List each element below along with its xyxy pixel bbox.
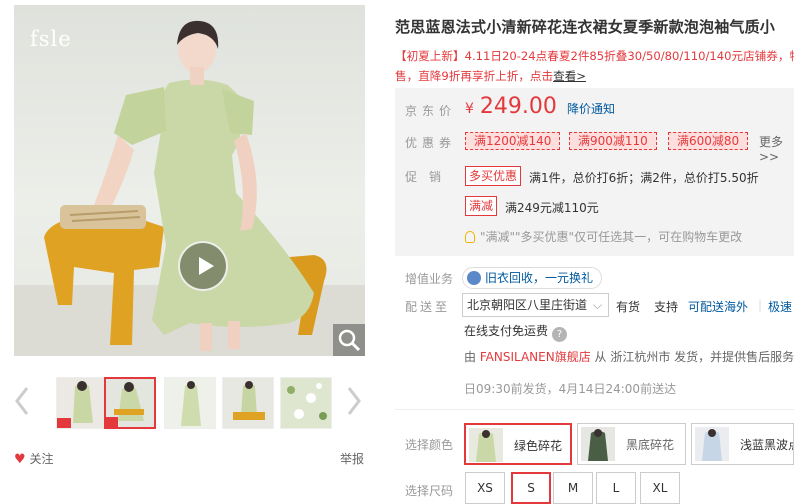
- payment-text: 在线支付免运费: [464, 324, 549, 338]
- size-option-m[interactable]: M: [553, 472, 593, 504]
- separator: |: [758, 298, 763, 312]
- support-label: 支持: [654, 300, 679, 314]
- thumbnail-2[interactable]: [104, 377, 156, 429]
- promo-line-2: 售，直降9折再享折上折，点击查看>: [395, 66, 794, 86]
- price-notify-link[interactable]: 降价通知: [567, 100, 615, 117]
- play-icon[interactable]: [178, 241, 228, 291]
- chevron-down-icon: ⌵: [592, 298, 602, 312]
- promo-text-multibuy: 满1件，总价打6折；满2件，总价打5.50折: [529, 171, 759, 185]
- promo-text-discount: 满249元减110元: [505, 201, 599, 215]
- chevron-left-icon[interactable]: [14, 386, 30, 416]
- promo-banner: 【初夏上新】4.11日20-24点春夏2件85折叠30/50/80/110/14…: [395, 46, 794, 86]
- product-title: 范思蓝恩法式小清新碎花连衣裙女夏季新款泡泡袖气质小: [395, 18, 776, 36]
- promo-tip: "满减""多买优惠"仅可任选其一，可在购物车更改: [465, 228, 742, 245]
- price-amount: 249.00: [479, 94, 557, 119]
- color-option-label: 绿色碎花: [514, 439, 563, 453]
- delivery-time: 日09:30前发货，4月14日24:00前送达: [464, 382, 677, 396]
- swatch-image: [581, 427, 615, 461]
- promo-tip-text: "满减""多买优惠"仅可任选其一，可在购物车更改: [480, 230, 743, 244]
- size-option-l[interactable]: L: [596, 472, 636, 504]
- delivery-label: 配送至: [405, 300, 451, 314]
- thumbnail-3[interactable]: [164, 377, 216, 429]
- size-option-xs[interactable]: XS: [465, 472, 505, 504]
- size-option-xl[interactable]: XL: [640, 472, 680, 504]
- address-selector[interactable]: 北京朝阳区八里庄街道 ⌵: [462, 293, 609, 317]
- brand-logo: fsle: [30, 27, 72, 51]
- ship-suffix: 从 浙江杭州市 发货，并提供售后服务. ·: [594, 350, 794, 364]
- lightbulb-icon: [465, 231, 475, 243]
- store-link[interactable]: FANSILANEN旗舰店: [480, 350, 591, 364]
- overseas-link[interactable]: 可配送海外: [688, 298, 748, 315]
- color-option-green[interactable]: 绿色碎花: [464, 423, 572, 465]
- size-option-s[interactable]: S: [511, 472, 551, 504]
- follow-button[interactable]: ♥ 关注: [14, 450, 54, 467]
- thumbnail-5[interactable]: [280, 377, 332, 429]
- thumbnail-4[interactable]: [222, 377, 274, 429]
- price-value: ¥249.00: [465, 94, 557, 119]
- color-option-black[interactable]: 黑底碎花: [577, 423, 686, 465]
- shipping-info: 由 FANSILANEN旗舰店 从 浙江杭州市 发货，并提供售后服务. ·: [464, 348, 794, 365]
- chevron-right-icon[interactable]: [346, 386, 362, 416]
- coupon-2[interactable]: 满900减110: [569, 132, 657, 150]
- thumbnail-strip: [14, 372, 365, 432]
- coupon-label: 优惠券: [405, 136, 457, 150]
- color-label: 选择颜色: [405, 438, 454, 452]
- follow-label: 关注: [29, 452, 54, 466]
- promo-line-2-text: 售，直降9折再享折上折，点击: [395, 69, 554, 83]
- fast-delivery-link[interactable]: 极速: [768, 298, 792, 315]
- question-icon[interactable]: ?: [552, 327, 568, 342]
- more-coupons-link[interactable]: 更多>>: [759, 133, 794, 164]
- swatch-image: [695, 427, 729, 461]
- price-panel: 京东价 ¥249.00 降价通知 优惠券 满1200减140 满900减110 …: [395, 88, 794, 256]
- promo-line-1: 【初夏上新】4.11日20-24点春夏2件85折叠30/50/80/110/14…: [395, 49, 794, 63]
- promo-view-link[interactable]: 查看>: [553, 69, 586, 83]
- color-option-blue[interactable]: 浅蓝黑波点: [691, 423, 794, 465]
- promo-tag-discount: 满减: [465, 196, 498, 216]
- heart-icon: ♥: [14, 452, 26, 467]
- coupon-3[interactable]: 满600减80: [668, 132, 749, 150]
- color-option-label: 浅蓝黑波点: [740, 438, 793, 452]
- coupon-1[interactable]: 满1200减140: [465, 132, 561, 150]
- promotion-label: 促 销: [405, 170, 442, 184]
- product-main-image[interactable]: fsle: [14, 5, 365, 356]
- address-text: 北京朝阳区八里庄街道: [467, 298, 588, 312]
- promo-tag-multibuy: 多买优惠: [465, 166, 522, 186]
- divider: [395, 409, 794, 410]
- size-label: 选择尺码: [405, 484, 454, 498]
- recycle-icon: [467, 271, 481, 285]
- model-photo: [44, 20, 327, 351]
- ship-prefix: 由: [464, 350, 477, 364]
- swatch-image: [469, 428, 503, 462]
- value-added-label: 增值业务: [405, 272, 454, 286]
- thumbnail-1[interactable]: [56, 377, 108, 429]
- recycle-service-label: 旧衣回收，一元换礼: [485, 271, 594, 285]
- payment-info: 在线支付免运费?: [464, 322, 568, 342]
- report-link[interactable]: 举报: [340, 450, 364, 467]
- currency-symbol: ¥: [465, 101, 474, 117]
- stock-status: 有货: [616, 300, 641, 314]
- magnifier-icon[interactable]: [333, 324, 365, 356]
- price-label: 京东价: [405, 104, 457, 118]
- recycle-service-button[interactable]: 旧衣回收，一元换礼: [462, 267, 603, 289]
- color-option-label: 黑底碎花: [626, 438, 675, 452]
